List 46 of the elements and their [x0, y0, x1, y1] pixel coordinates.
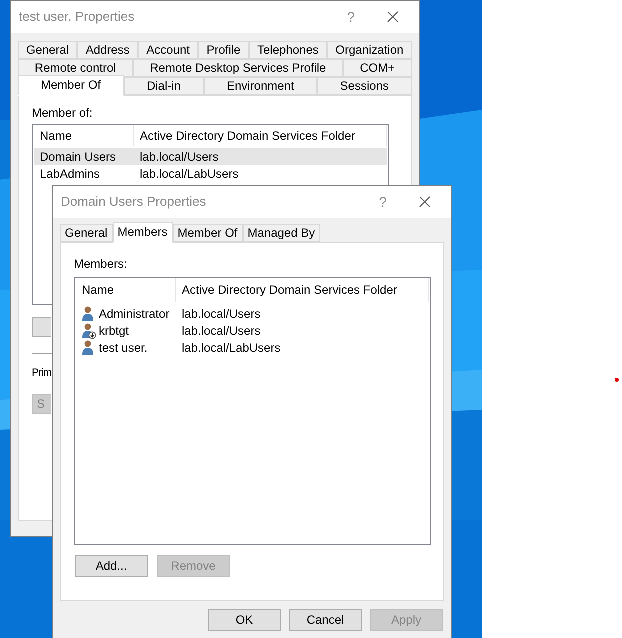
help-button[interactable]: ? [347, 6, 355, 28]
tab[interactable]: Account [138, 41, 198, 59]
tab[interactable]: Member Of [18, 75, 124, 96]
column-header[interactable]: Name [34, 125, 134, 146]
table-cell-text: LabAdmins [39, 166, 102, 182]
tab[interactable]: Dial-in [124, 77, 204, 95]
tab[interactable]: General [60, 224, 113, 242]
tab[interactable]: Telephones [249, 41, 328, 59]
table-cell-text: test user. [99, 340, 148, 356]
column-header[interactable]: Active Directory Domain Services Folder [134, 125, 387, 146]
table-cell-text: lab.local/Users [139, 148, 219, 166]
tab[interactable]: Member Of [172, 224, 243, 242]
table-cell-text: Domain Users [39, 148, 118, 166]
list-label: Member of: [32, 105, 94, 122]
close-icon[interactable] [387, 11, 399, 23]
list-label: Members: [74, 256, 128, 273]
help-button[interactable]: ? [379, 192, 387, 212]
dialog-button[interactable]: Add... [75, 555, 148, 577]
tab[interactable]: Environment [204, 77, 318, 95]
column-header[interactable]: Active Directory Domain Services Folder [176, 278, 429, 302]
tab[interactable]: General [18, 41, 78, 59]
dialog-button[interactable]: OK [208, 609, 281, 631]
table-cell-text: Administrator [99, 306, 170, 322]
tab[interactable]: Members [112, 222, 173, 243]
tab[interactable]: Profile [198, 41, 250, 59]
column-header[interactable]: Name [76, 278, 176, 302]
close-icon[interactable] [419, 196, 431, 208]
table-cell-text: krbtgt [99, 322, 130, 340]
list-row[interactable]: Domain Users lab.local/Users [34, 148, 387, 165]
tab[interactable]: Address [77, 41, 138, 59]
tab[interactable]: Sessions [317, 77, 412, 95]
tab[interactable]: Remote Desktop Services Profile [133, 59, 344, 77]
dot-mark [615, 378, 619, 382]
table-cell-text: lab.local/Users [181, 306, 261, 322]
dialog-button[interactable]: Cancel [289, 609, 362, 631]
window-title: test user. Properties [19, 8, 136, 26]
table-cell-text: lab.local/LabUsers [139, 166, 239, 182]
primary-group-label: Prim [32, 366, 52, 381]
tab[interactable]: Remote control [18, 59, 134, 77]
tab[interactable]: Managed By [242, 224, 320, 242]
tab[interactable]: COM+ [343, 59, 412, 77]
table-cell-text: lab.local/Users [181, 322, 261, 340]
list-row[interactable]: LabAdmins lab.local/LabUsers [34, 165, 387, 182]
tab[interactable]: Organization [327, 41, 412, 59]
table-cell-text: lab.local/LabUsers [181, 340, 281, 356]
window-title: Domain Users Properties [61, 193, 208, 212]
